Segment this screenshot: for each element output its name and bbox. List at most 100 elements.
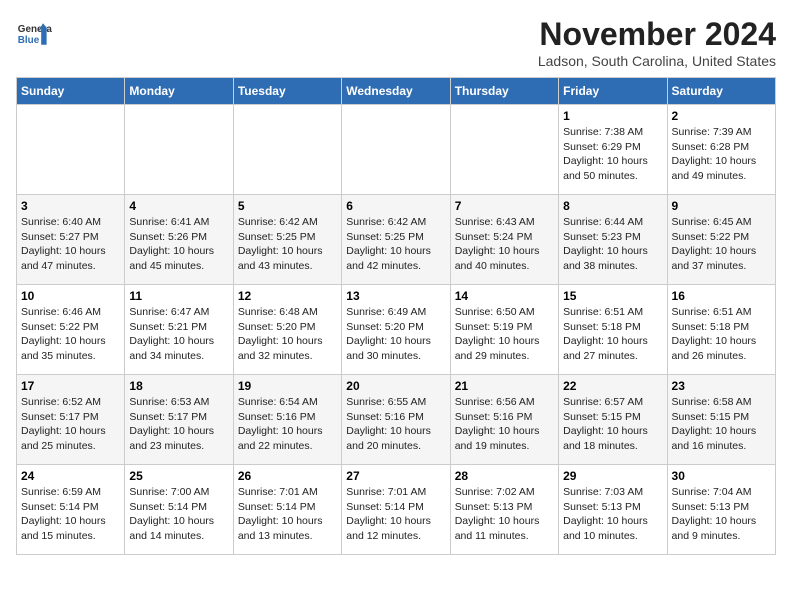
title-area: November 2024 Ladson, South Carolina, Un… — [538, 16, 776, 69]
day-info: Sunrise: 7:01 AM Sunset: 5:14 PM Dayligh… — [346, 485, 445, 544]
day-info: Sunrise: 6:43 AM Sunset: 5:24 PM Dayligh… — [455, 215, 554, 274]
day-info: Sunrise: 6:45 AM Sunset: 5:22 PM Dayligh… — [672, 215, 771, 274]
logo-icon: General Blue — [16, 16, 52, 52]
day-info: Sunrise: 7:38 AM Sunset: 6:29 PM Dayligh… — [563, 125, 662, 184]
calendar-week-row: 3Sunrise: 6:40 AM Sunset: 5:27 PM Daylig… — [17, 195, 776, 285]
day-number: 14 — [455, 289, 554, 303]
calendar-cell: 3Sunrise: 6:40 AM Sunset: 5:27 PM Daylig… — [17, 195, 125, 285]
calendar-header-sunday: Sunday — [17, 78, 125, 105]
day-info: Sunrise: 6:51 AM Sunset: 5:18 PM Dayligh… — [672, 305, 771, 364]
calendar-cell: 15Sunrise: 6:51 AM Sunset: 5:18 PM Dayli… — [559, 285, 667, 375]
day-info: Sunrise: 6:57 AM Sunset: 5:15 PM Dayligh… — [563, 395, 662, 454]
day-number: 23 — [672, 379, 771, 393]
calendar-table: SundayMondayTuesdayWednesdayThursdayFrid… — [16, 77, 776, 555]
calendar-cell: 6 Sunrise: 6:42 AM Sunset: 5:25 PM Daylig… — [342, 195, 450, 285]
day-info: Sunrise: 6:42 AM Sunset: 5:25 PM Dayligh… — [346, 215, 445, 274]
day-info: Sunrise: 6:59 AM Sunset: 5:14 PM Dayligh… — [21, 485, 120, 544]
day-number: 26 — [238, 469, 337, 483]
calendar-cell: 4 Sunrise: 6:41 AM Sunset: 5:26 PM Daylig… — [125, 195, 233, 285]
day-info: Sunrise: 6:54 AM Sunset: 5:16 PM Dayligh… — [238, 395, 337, 454]
day-number: 8 — [563, 199, 662, 213]
calendar-cell: 2 Sunrise: 7:39 AM Sunset: 6:28 PM Daylig… — [667, 105, 775, 195]
day-number: 19 — [238, 379, 337, 393]
day-number: 13 — [346, 289, 445, 303]
day-info: Sunrise: 7:01 AM Sunset: 5:14 PM Dayligh… — [238, 485, 337, 544]
day-number: 22 — [563, 379, 662, 393]
day-info: Sunrise: 6:48 AM Sunset: 5:20 PM Dayligh… — [238, 305, 337, 364]
day-number: 1 — [563, 109, 662, 123]
day-info: Sunrise: 6:41 AM Sunset: 5:26 PM Dayligh… — [129, 215, 228, 274]
logo: General Blue — [16, 16, 52, 52]
day-number: 7 — [455, 199, 554, 213]
day-number: 11 — [129, 289, 228, 303]
day-info: Sunrise: 7:04 AM Sunset: 5:13 PM Dayligh… — [672, 485, 771, 544]
svg-text:Blue: Blue — [18, 35, 40, 46]
calendar-cell: 21Sunrise: 6:56 AM Sunset: 5:16 PM Dayli… — [450, 375, 558, 465]
day-number: 4 — [129, 199, 228, 213]
svg-text:General: General — [18, 24, 52, 35]
day-info: Sunrise: 7:39 AM Sunset: 6:28 PM Dayligh… — [672, 125, 771, 184]
day-info: Sunrise: 6:55 AM Sunset: 5:16 PM Dayligh… — [346, 395, 445, 454]
day-info: Sunrise: 6:42 AM Sunset: 5:25 PM Dayligh… — [238, 215, 337, 274]
calendar-cell: 29 Sunrise: 7:03 AM Sunset: 5:13 PM Dayli… — [559, 465, 667, 555]
day-info: Sunrise: 7:02 AM Sunset: 5:13 PM Dayligh… — [455, 485, 554, 544]
calendar-header-friday: Friday — [559, 78, 667, 105]
calendar-cell: 23 Sunrise: 6:58 AM Sunset: 5:15 PM Dayli… — [667, 375, 775, 465]
calendar-week-row: 10Sunrise: 6:46 AM Sunset: 5:22 PM Dayli… — [17, 285, 776, 375]
calendar-cell: 30 Sunrise: 7:04 AM Sunset: 5:13 PM Dayli… — [667, 465, 775, 555]
calendar-header-row: SundayMondayTuesdayWednesdayThursdayFrid… — [17, 78, 776, 105]
calendar-header-wednesday: Wednesday — [342, 78, 450, 105]
calendar-week-row: 17Sunrise: 6:52 AM Sunset: 5:17 PM Dayli… — [17, 375, 776, 465]
calendar-header-thursday: Thursday — [450, 78, 558, 105]
calendar-header-saturday: Saturday — [667, 78, 775, 105]
day-number: 10 — [21, 289, 120, 303]
calendar-cell: 13Sunrise: 6:49 AM Sunset: 5:20 PM Dayli… — [342, 285, 450, 375]
day-info: Sunrise: 6:52 AM Sunset: 5:17 PM Dayligh… — [21, 395, 120, 454]
day-number: 16 — [672, 289, 771, 303]
day-number: 27 — [346, 469, 445, 483]
calendar-week-row: 24 Sunrise: 6:59 AM Sunset: 5:14 PM Dayli… — [17, 465, 776, 555]
day-number: 25 — [129, 469, 228, 483]
calendar-cell: 26 Sunrise: 7:01 AM Sunset: 5:14 PM Dayli… — [233, 465, 341, 555]
day-number: 6 — [346, 199, 445, 213]
day-info: Sunrise: 6:58 AM Sunset: 5:15 PM Dayligh… — [672, 395, 771, 454]
calendar-cell: 14 Sunrise: 6:50 AM Sunset: 5:19 PM Dayli… — [450, 285, 558, 375]
calendar-cell: 27 Sunrise: 7:01 AM Sunset: 5:14 PM Dayli… — [342, 465, 450, 555]
day-info: Sunrise: 6:53 AM Sunset: 5:17 PM Dayligh… — [129, 395, 228, 454]
calendar-cell: 16 Sunrise: 6:51 AM Sunset: 5:18 PM Dayli… — [667, 285, 775, 375]
calendar-header-monday: Monday — [125, 78, 233, 105]
day-number: 3 — [21, 199, 120, 213]
day-number: 5 — [238, 199, 337, 213]
day-number: 15 — [563, 289, 662, 303]
calendar-cell: 5 Sunrise: 6:42 AM Sunset: 5:25 PM Daylig… — [233, 195, 341, 285]
page-header: General Blue November 2024 Ladson, South… — [16, 16, 776, 69]
calendar-cell: 28 Sunrise: 7:02 AM Sunset: 5:13 PM Dayli… — [450, 465, 558, 555]
day-number: 9 — [672, 199, 771, 213]
day-number: 30 — [672, 469, 771, 483]
day-number: 12 — [238, 289, 337, 303]
day-number: 29 — [563, 469, 662, 483]
calendar-cell: 18 Sunrise: 6:53 AM Sunset: 5:17 PM Dayli… — [125, 375, 233, 465]
day-info: Sunrise: 6:44 AM Sunset: 5:23 PM Dayligh… — [563, 215, 662, 274]
day-number: 2 — [672, 109, 771, 123]
calendar-cell — [342, 105, 450, 195]
day-info: Sunrise: 7:00 AM Sunset: 5:14 PM Dayligh… — [129, 485, 228, 544]
day-info: Sunrise: 7:03 AM Sunset: 5:13 PM Dayligh… — [563, 485, 662, 544]
day-number: 28 — [455, 469, 554, 483]
day-number: 21 — [455, 379, 554, 393]
calendar-cell — [450, 105, 558, 195]
calendar-cell: 12 Sunrise: 6:48 AM Sunset: 5:20 PM Dayli… — [233, 285, 341, 375]
calendar-cell: 9 Sunrise: 6:45 AM Sunset: 5:22 PM Daylig… — [667, 195, 775, 285]
calendar-cell: 20 Sunrise: 6:55 AM Sunset: 5:16 PM Dayli… — [342, 375, 450, 465]
page-title: November 2024 — [538, 16, 776, 53]
day-number: 20 — [346, 379, 445, 393]
calendar-header-tuesday: Tuesday — [233, 78, 341, 105]
day-info: Sunrise: 6:50 AM Sunset: 5:19 PM Dayligh… — [455, 305, 554, 364]
calendar-cell: 25 Sunrise: 7:00 AM Sunset: 5:14 PM Dayli… — [125, 465, 233, 555]
day-number: 18 — [129, 379, 228, 393]
day-number: 24 — [21, 469, 120, 483]
calendar-cell: 11 Sunrise: 6:47 AM Sunset: 5:21 PM Dayli… — [125, 285, 233, 375]
day-info: Sunrise: 6:47 AM Sunset: 5:21 PM Dayligh… — [129, 305, 228, 364]
calendar-week-row: 1 Sunrise: 7:38 AM Sunset: 6:29 PM Daylig… — [17, 105, 776, 195]
page-subtitle: Ladson, South Carolina, United States — [538, 53, 776, 69]
